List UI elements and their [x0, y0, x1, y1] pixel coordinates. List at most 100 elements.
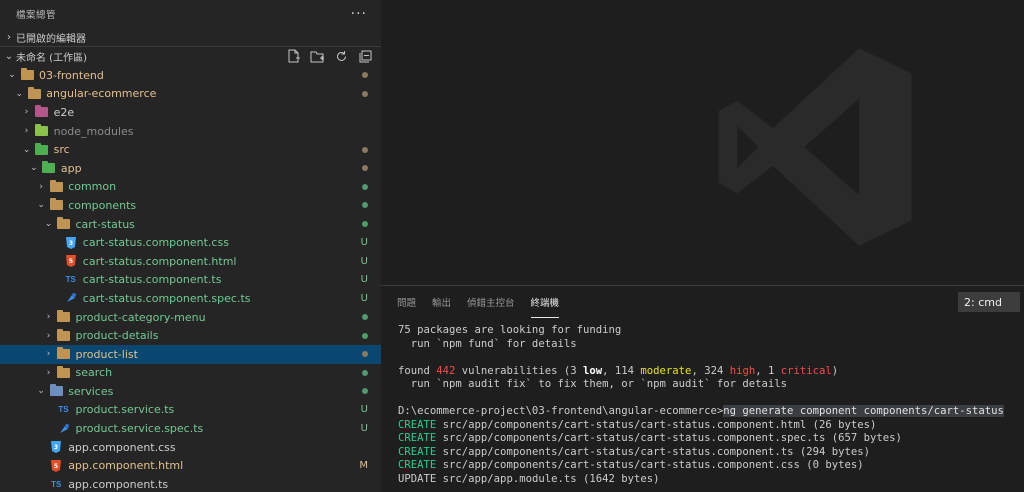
tree-item-label: node_modules — [53, 124, 134, 138]
folder-icon — [57, 310, 71, 323]
open-editors-section[interactable]: › 已開啟的編輯器 — [0, 28, 381, 46]
chevron-down-icon: ⌄ — [8, 70, 16, 81]
html-file-icon: 5 — [64, 255, 78, 268]
file-row[interactable]: 3 cart-status.component.css U — [0, 233, 381, 252]
git-status-dot — [362, 326, 368, 345]
new-file-icon[interactable] — [285, 48, 301, 64]
folder-row[interactable]: › common — [0, 178, 381, 197]
terminal-line: CREATE src/app/components/cart-status/ca… — [398, 459, 1020, 473]
terminal-text: , 1 — [755, 364, 781, 377]
tab-problems[interactable]: 問題 — [397, 286, 416, 318]
folder-row[interactable]: › product-list — [0, 344, 381, 364]
more-actions-icon[interactable]: ··· — [351, 6, 367, 22]
git-status-dot — [362, 345, 368, 364]
tree-item-label: search — [75, 366, 113, 380]
chevron-right-icon: › — [46, 367, 51, 378]
folder-open-icon — [20, 68, 34, 81]
folder-row[interactable]: › search — [0, 364, 381, 383]
terminal-text: D:\ecommerce-project\03-frontend\angular… — [398, 405, 724, 417]
file-row[interactable]: TS product.service.ts U — [0, 401, 381, 420]
new-folder-icon[interactable] — [309, 48, 325, 64]
folder-icon — [57, 365, 71, 379]
folder-row[interactable]: ⌄ src — [0, 140, 381, 159]
git-status-dot — [362, 364, 368, 383]
tree-item-label: cart-status — [75, 217, 135, 231]
git-status-dot — [362, 215, 368, 234]
file-row[interactable]: 5 cart-status.component.html U — [0, 252, 381, 271]
terminal-output[interactable]: 75 packages are looking for funding run … — [398, 324, 1020, 486]
git-status-dot — [362, 178, 368, 197]
terminal-text: low — [582, 364, 603, 377]
git-status-badge: U — [360, 237, 368, 249]
file-row[interactable]: cart-status.component.spec.ts U — [0, 289, 381, 308]
terminal-text: CREATE — [398, 418, 437, 431]
svg-text:5: 5 — [54, 463, 58, 470]
folder-row[interactable]: ⌄ 03-frontend — [0, 66, 381, 85]
folder-row[interactable]: ⌄ components — [0, 196, 381, 215]
folder-src-icon — [35, 142, 49, 156]
tree-item-label: services — [68, 384, 114, 398]
file-row[interactable]: TS cart-status.component.ts U — [0, 271, 381, 290]
git-status-dot — [362, 140, 368, 159]
vscode-logo-watermark — [710, 42, 920, 255]
folder-node-icon — [35, 124, 49, 137]
terminal-text: 75 packages are looking for funding — [398, 324, 622, 336]
collapse-all-icon[interactable] — [357, 48, 373, 64]
file-row[interactable]: product.service.spec.ts U — [0, 419, 381, 438]
folder-row[interactable]: ⌄ angular-ecommerce — [0, 85, 381, 104]
svg-text:3: 3 — [54, 444, 58, 451]
folder-row[interactable]: › product-details — [0, 326, 381, 345]
terminal-select[interactable]: 2: cmd — [958, 292, 1020, 312]
tree-item-label: cart-status.component.ts — [82, 273, 222, 287]
git-status-dot — [362, 159, 368, 178]
folder-row[interactable]: ⌄ cart-status — [0, 215, 381, 234]
panel-tabs: 問題 輸出 偵錯主控台 終端機 — [381, 286, 1024, 318]
terminal-line: 75 packages are looking for funding — [398, 324, 1020, 338]
folder-row[interactable]: ⌄ services — [0, 382, 381, 401]
tree-item-label: cart-status.component.spec.ts — [82, 291, 251, 305]
explorer-sidebar: 檔案總管 ··· › 已開啟的編輯器 ⌄ 未命名 (工作區) ⌄ 03-fron… — [0, 0, 381, 492]
chevron-down-icon: ⌄ — [22, 144, 31, 155]
tree-item-label: product-list — [75, 347, 138, 361]
folder-row[interactable]: › e2e — [0, 103, 381, 122]
tree-item-label: product.service.spec.ts — [75, 422, 204, 436]
tab-debug-console[interactable]: 偵錯主控台 — [467, 286, 515, 318]
terminal-text: run `npm fund` for details — [398, 337, 577, 350]
folder-row[interactable]: › product-category-menu — [0, 308, 381, 327]
git-status-badge: U — [360, 404, 368, 416]
editor-area — [381, 0, 1024, 285]
tree-item-label: product-category-menu — [75, 310, 206, 324]
terminal-text: ng generate component components/cart-st… — [723, 405, 1004, 417]
git-status-badge: U — [360, 274, 368, 286]
open-editors-label: 已開啟的編輯器 — [16, 33, 86, 45]
tab-terminal[interactable]: 終端機 — [530, 286, 560, 318]
tree-item-label: app.component.html — [68, 459, 184, 473]
folder-icon — [49, 198, 63, 211]
html-file-icon: 5 — [49, 459, 63, 472]
file-row[interactable]: TS app.component.ts — [0, 475, 381, 492]
terminal-line: CREATE src/app/components/cart-status/ca… — [398, 419, 1020, 433]
git-status-badge: M — [359, 460, 368, 472]
terminal-text: run `npm audit fix` to fix them, or `npm… — [398, 378, 788, 390]
terminal-line: found 442 vulnerabilities (3 low, 114 mo… — [398, 365, 1020, 379]
tab-output[interactable]: 輸出 — [432, 286, 451, 318]
folder-services-icon — [49, 384, 63, 397]
folder-row[interactable]: › node_modules — [0, 122, 381, 141]
tree-item-label: app — [60, 161, 82, 175]
svg-text:5: 5 — [69, 258, 73, 265]
tree-item-label: common — [68, 180, 117, 194]
git-status-dot — [362, 308, 368, 327]
chevron-right-icon: › — [39, 181, 43, 192]
workspace-section[interactable]: ⌄ 未命名 (工作區) — [0, 46, 381, 66]
refresh-icon[interactable] — [333, 48, 349, 64]
test-file-icon — [64, 292, 78, 304]
chevron-right-icon: › — [24, 126, 29, 137]
file-row[interactable]: 3 app.component.css — [0, 438, 381, 457]
tree-item-label: app.component.ts — [68, 477, 169, 491]
chevron-down-icon: ⌄ — [30, 163, 38, 174]
terminal-text: src/app/components/cart-status/cart-stat… — [436, 459, 864, 471]
file-row[interactable]: 5 app.component.html M — [0, 456, 381, 475]
folder-row[interactable]: ⌄ app — [0, 159, 381, 178]
folder-app-icon — [42, 161, 56, 174]
chevron-down-icon: ⌄ — [37, 386, 45, 397]
